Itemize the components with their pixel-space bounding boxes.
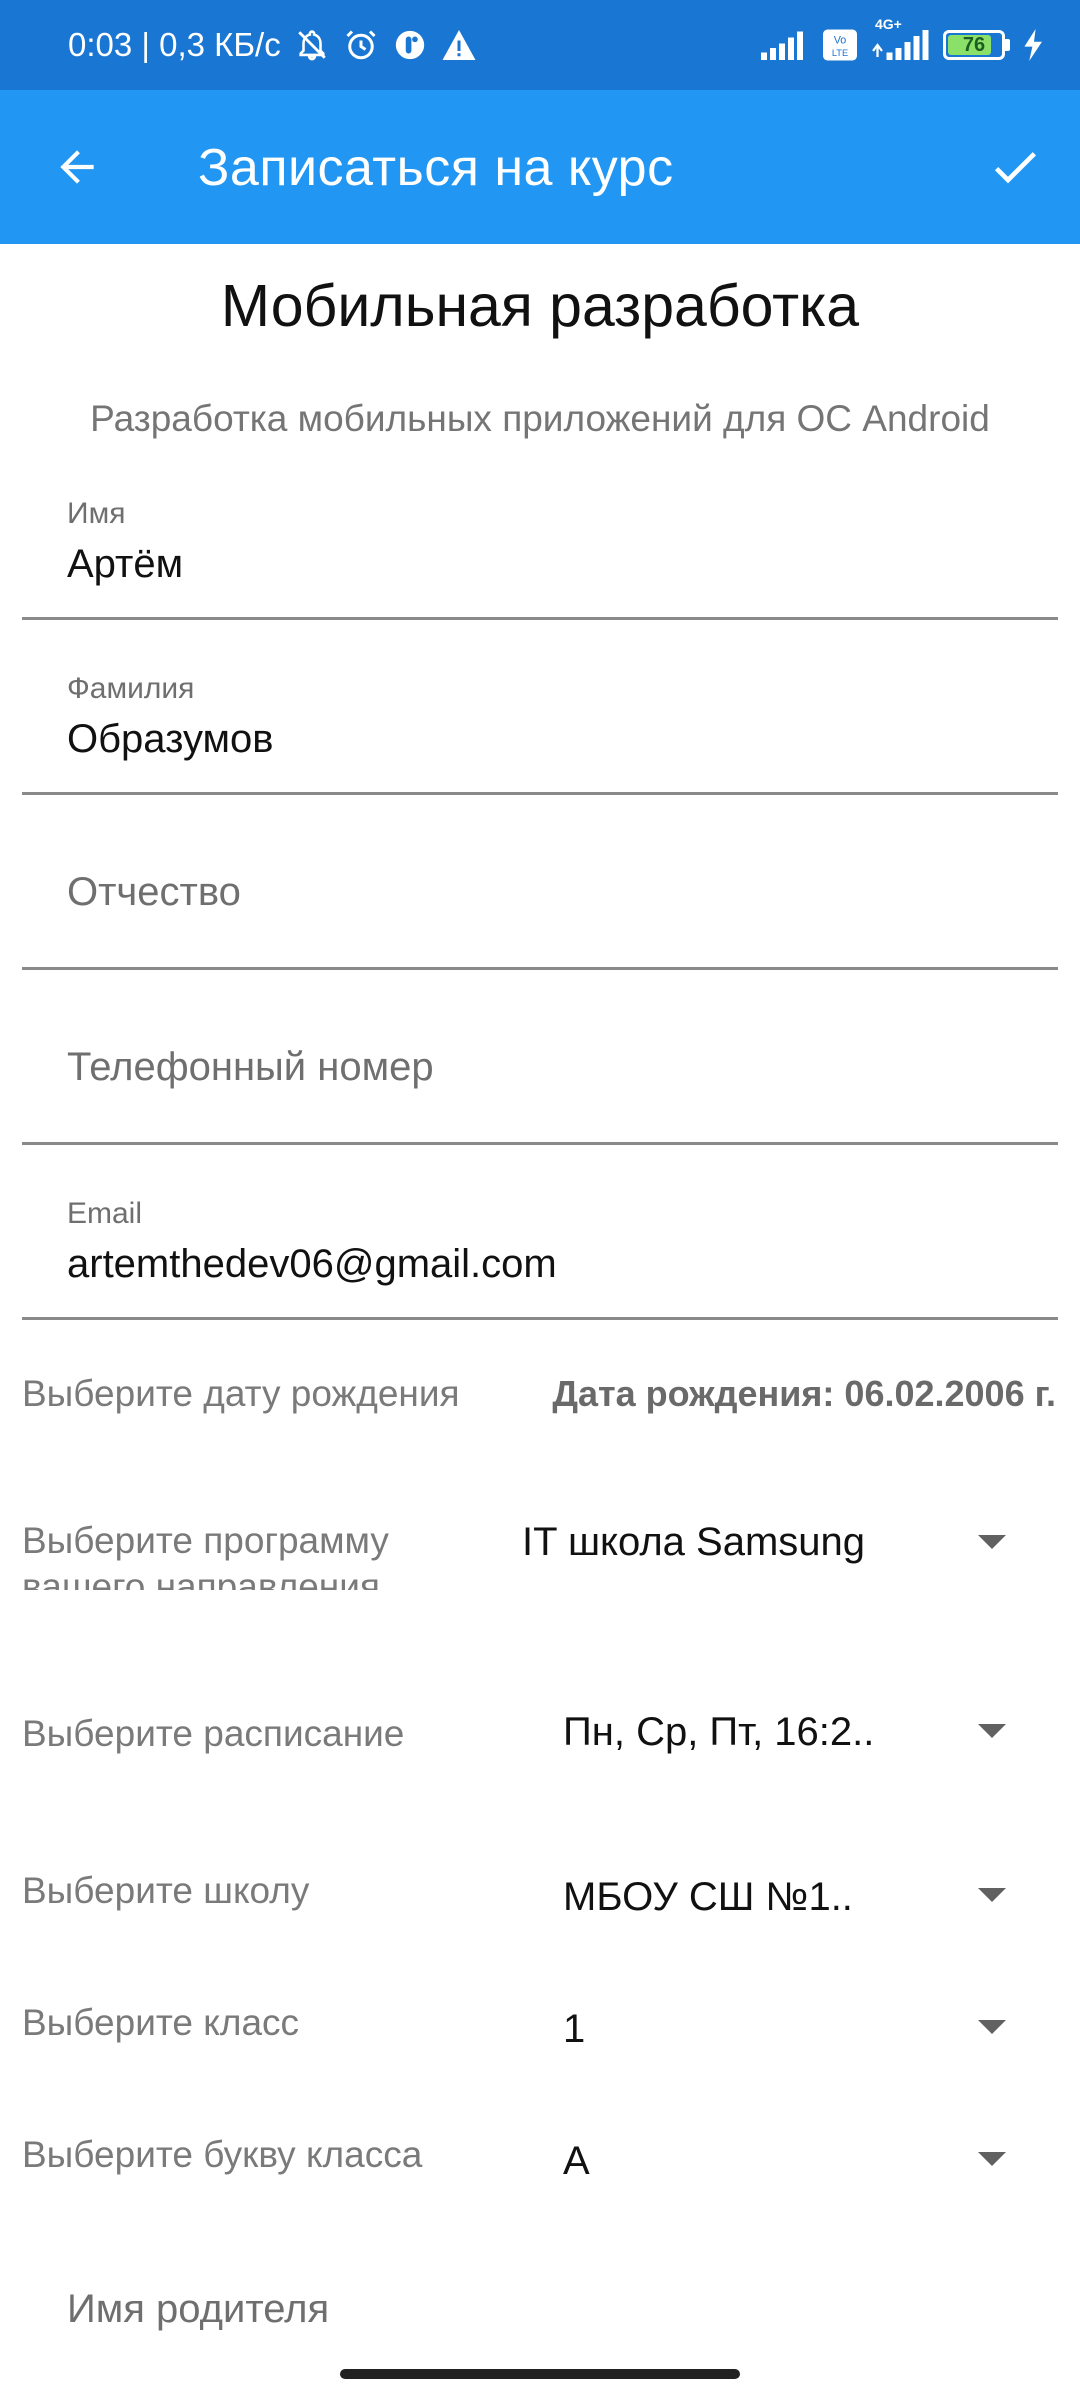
- birth-date-value[interactable]: Дата рождения: 06.02.2006 г.: [552, 1373, 1056, 1415]
- grade-select-value[interactable]: 1: [563, 2007, 585, 2052]
- grade-letter-label: Выберите букву класса: [22, 2134, 423, 2175]
- chevron-down-icon[interactable]: [978, 1888, 1006, 1902]
- bell-off-icon: [295, 28, 329, 62]
- battery-icon: 76: [943, 30, 1005, 60]
- status-left: 0:03 | 0,3 КБ/с: [68, 26, 477, 64]
- parent-name-field[interactable]: Имя родителя: [22, 2230, 1058, 2380]
- app-bar-title: Записаться на курс: [198, 139, 674, 197]
- email-field[interactable]: Email artemthedev06@gmail.com: [22, 1145, 1058, 1320]
- grade-letter-select-value[interactable]: А: [563, 2139, 590, 2184]
- program-select-value[interactable]: IT школа Samsung: [522, 1520, 865, 1565]
- email-value[interactable]: artemthedev06@gmail.com: [67, 1242, 557, 1287]
- parent-name-placeholder[interactable]: Имя родителя: [67, 2287, 329, 2332]
- first-name-label: Имя: [67, 497, 126, 530]
- grade-label: Выберите класс: [22, 2002, 300, 2043]
- network-4g-label: 4G+: [875, 16, 902, 32]
- check-icon[interactable]: [982, 134, 1048, 200]
- app-notification-icon: [393, 28, 427, 62]
- last-name-label: Фамилия: [67, 672, 195, 705]
- home-indicator[interactable]: [340, 2369, 740, 2379]
- last-name-field[interactable]: Фамилия Образумов: [22, 620, 1058, 795]
- course-title: Мобильная разработка: [220, 273, 860, 339]
- signal-icon: [761, 30, 809, 60]
- alarm-icon: [343, 27, 379, 63]
- patronymic-placeholder[interactable]: Отчество: [67, 870, 241, 915]
- school-label: Выберите школу: [22, 1870, 310, 1911]
- chevron-down-icon[interactable]: [978, 2020, 1006, 2034]
- last-name-value[interactable]: Образумов: [67, 717, 274, 762]
- chevron-down-icon[interactable]: [978, 1724, 1006, 1738]
- battery-tip: [1005, 39, 1010, 51]
- app-bar: Записаться на курс: [0, 90, 1080, 244]
- course-description: Разработка мобильных приложений для ОС A…: [90, 398, 990, 439]
- svg-text:LTE: LTE: [832, 48, 848, 58]
- birth-date-label: Выберите дату рождения: [22, 1373, 460, 1414]
- signal-4g-icon: 4G+: [871, 16, 929, 60]
- schedule-select-value[interactable]: Пн, Ср, Пт, 16:2..: [563, 1710, 874, 1755]
- status-time-speed: 0:03 | 0,3 КБ/с: [68, 26, 281, 63]
- status-right: Vo LTE 4G+ 76: [761, 16, 1044, 61]
- school-select-value[interactable]: МБОУ СШ №1..: [563, 1875, 853, 1920]
- first-name-field[interactable]: Имя Артём: [22, 445, 1058, 620]
- status-bar: 0:03 | 0,3 КБ/с Vo LTE 4G+ 76: [0, 0, 1080, 90]
- program-label: Выберите программу вашего направления: [22, 1520, 389, 1590]
- email-label: Email: [67, 1197, 143, 1230]
- charging-icon: [1024, 29, 1044, 61]
- chevron-down-icon[interactable]: [978, 2152, 1006, 2166]
- volte-icon: Vo LTE: [823, 29, 857, 61]
- first-name-value[interactable]: Артём: [67, 542, 183, 587]
- warning-icon: [441, 28, 477, 62]
- arrow-back-icon[interactable]: [46, 136, 108, 198]
- phone-field[interactable]: Телефонный номер: [22, 970, 1058, 1145]
- svg-text:Vo: Vo: [834, 34, 847, 46]
- chevron-down-icon[interactable]: [978, 1535, 1006, 1549]
- patronymic-field[interactable]: Отчество: [22, 795, 1058, 970]
- phone-placeholder[interactable]: Телефонный номер: [67, 1045, 434, 1090]
- battery-level: 76: [962, 33, 986, 56]
- schedule-label: Выберите расписание: [22, 1713, 405, 1754]
